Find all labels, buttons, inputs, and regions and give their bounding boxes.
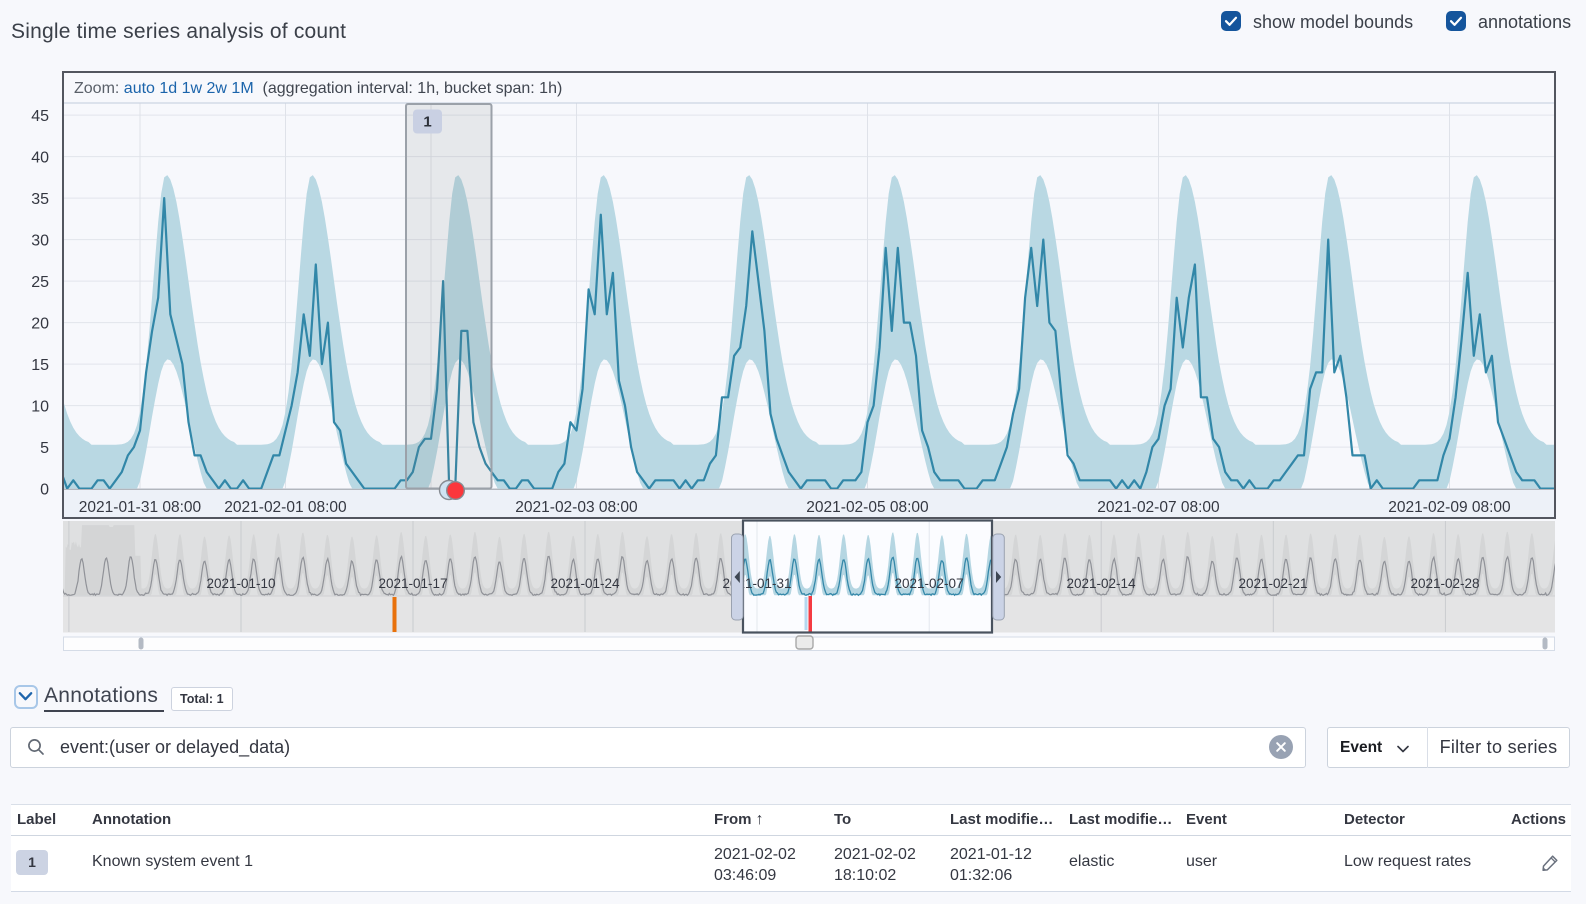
svg-text:40: 40 [31, 149, 49, 166]
svg-text:2021-01-17: 2021-01-17 [378, 576, 447, 591]
svg-text:10: 10 [31, 398, 49, 415]
svg-text:20: 20 [31, 315, 49, 332]
svg-text:2021-02-21: 2021-02-21 [1238, 576, 1307, 591]
svg-text:30: 30 [31, 232, 49, 249]
svg-text:5: 5 [40, 440, 49, 457]
svg-text:2021-01-10: 2021-01-10 [206, 576, 275, 591]
svg-text:Zoom: auto 1d 1w 2w 1M (aggre: Zoom: auto 1d 1w 2w 1M (aggregation inte… [74, 80, 562, 97]
svg-text:2021-01-24: 2021-01-24 [550, 576, 620, 591]
svg-text:2021-02-14: 2021-02-14 [1066, 576, 1136, 591]
svg-text:2021-02-03 08:00: 2021-02-03 08:00 [515, 499, 638, 516]
svg-text:1: 1 [423, 114, 431, 131]
svg-text:2021-02-01 08:00: 2021-02-01 08:00 [224, 499, 347, 516]
svg-text:2021-02-28: 2021-02-28 [1410, 576, 1479, 591]
svg-text:2021-02-09 08:00: 2021-02-09 08:00 [1388, 499, 1511, 516]
svg-text:2021-02-05 08:00: 2021-02-05 08:00 [806, 499, 929, 516]
svg-text:0: 0 [40, 481, 49, 498]
svg-text:2021-01-31 08:00: 2021-01-31 08:00 [79, 499, 202, 516]
svg-text:35: 35 [31, 191, 49, 208]
svg-text:15: 15 [31, 357, 49, 374]
svg-text:25: 25 [31, 274, 49, 291]
svg-text:2021-02-07: 2021-02-07 [894, 576, 963, 591]
svg-text:2021-02-07 08:00: 2021-02-07 08:00 [1097, 499, 1220, 516]
svg-text:45: 45 [31, 108, 49, 125]
